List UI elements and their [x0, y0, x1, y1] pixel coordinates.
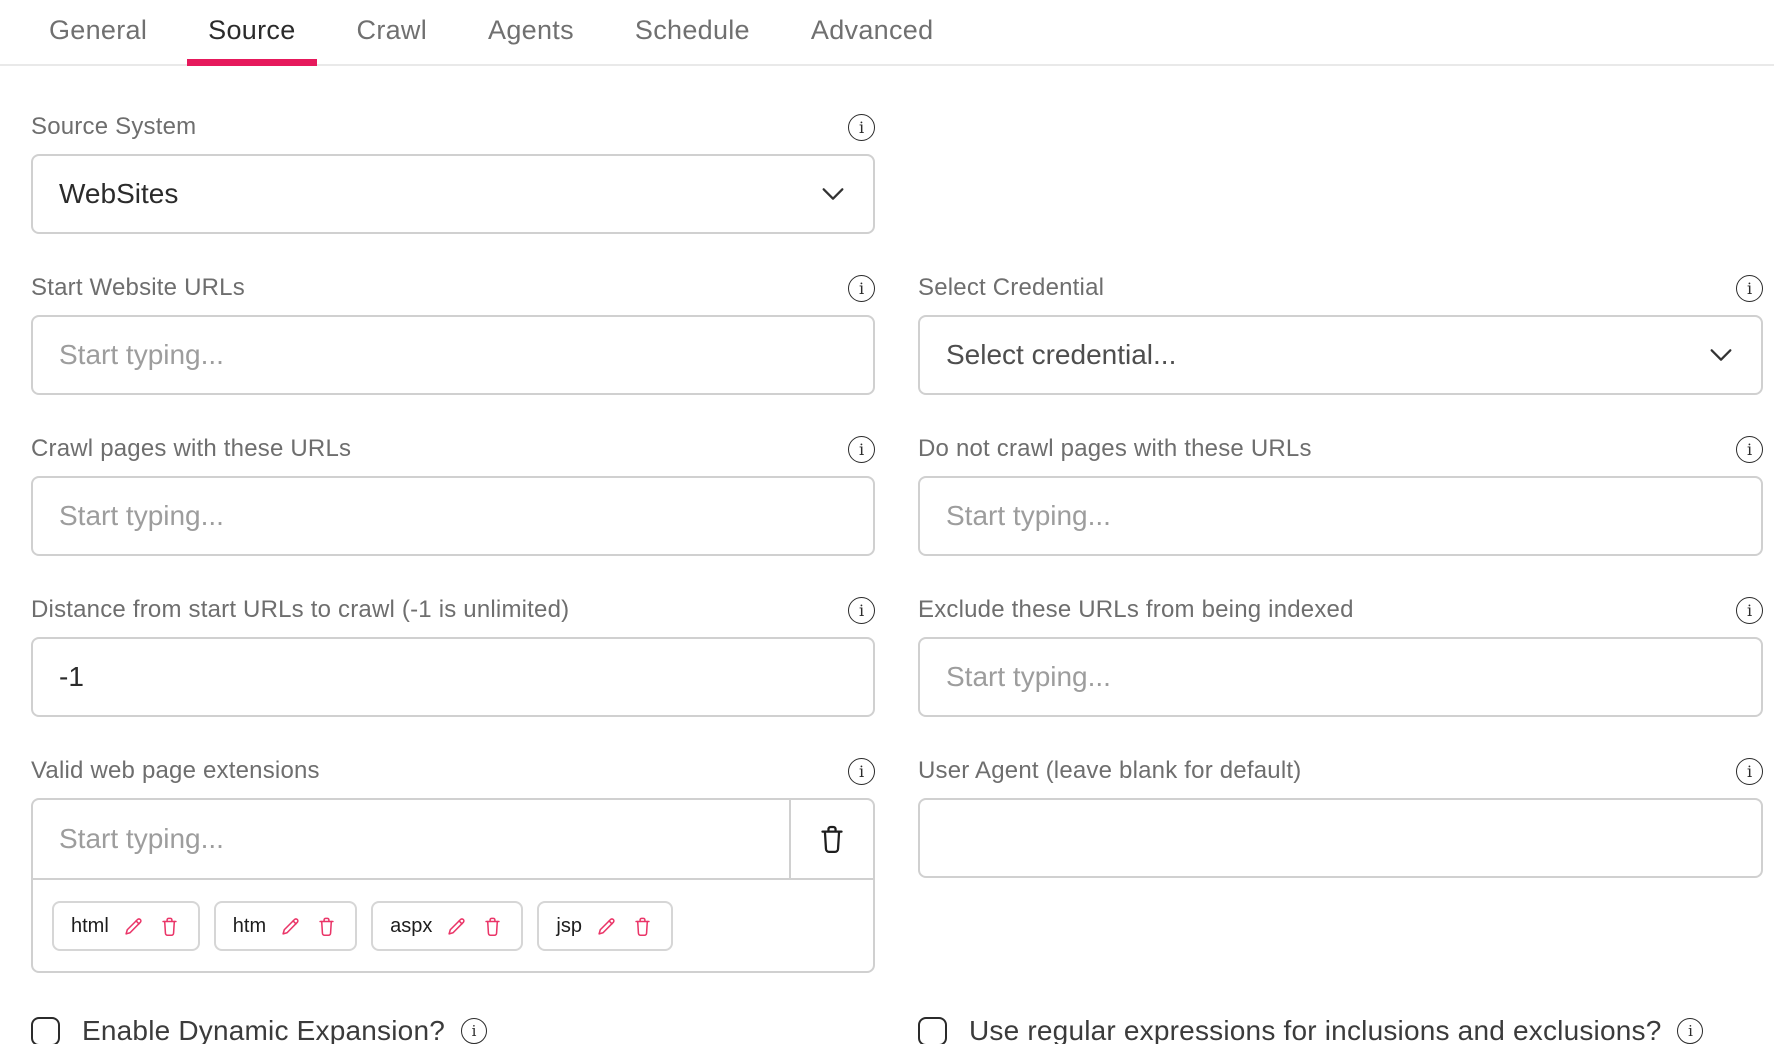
dynamic-expansion-checkbox[interactable] [31, 1017, 60, 1044]
field-no-crawl-urls: Do not crawl pages with these URLs i [918, 435, 1763, 556]
extension-tag: aspx [371, 901, 523, 951]
info-icon[interactable]: i [1677, 1018, 1703, 1044]
exclude-urls-label: Exclude these URLs from being indexed [918, 596, 1354, 624]
tab-general[interactable]: General [28, 15, 168, 64]
info-icon[interactable]: i [1736, 275, 1763, 302]
chevron-down-icon [817, 178, 849, 210]
trash-icon [158, 915, 181, 938]
chevron-down-icon [1705, 339, 1737, 371]
tab-source[interactable]: Source [187, 15, 316, 64]
info-icon[interactable]: i [848, 758, 875, 785]
source-settings-form: Source System i WebSites Start Website U… [0, 66, 1774, 1044]
field-start-urls: Start Website URLs i [31, 274, 875, 395]
regex-label: Use regular expressions for inclusions a… [969, 1015, 1661, 1044]
user-agent-label: User Agent (leave blank for default) [918, 757, 1301, 785]
exclude-urls-input[interactable] [946, 639, 1737, 715]
regex-row: Use regular expressions for inclusions a… [918, 1013, 1763, 1044]
tab-agents[interactable]: Agents [467, 15, 595, 64]
extensions-input[interactable] [59, 800, 763, 878]
extension-tag-label: aspx [390, 915, 432, 938]
extension-tag: jsp [537, 901, 673, 951]
source-system-value: WebSites [59, 178, 178, 210]
extension-tag-label: html [71, 915, 109, 938]
delete-extension-button[interactable] [631, 915, 654, 938]
pencil-icon [595, 915, 618, 938]
trash-icon [481, 915, 504, 938]
pencil-icon [445, 915, 468, 938]
info-icon[interactable]: i [1736, 436, 1763, 463]
start-urls-label: Start Website URLs [31, 274, 245, 302]
dynamic-expansion-label: Enable Dynamic Expansion? [82, 1015, 445, 1044]
field-user-agent: User Agent (leave blank for default) i [918, 757, 1763, 878]
regex-checkbox[interactable] [918, 1017, 947, 1044]
crawl-distance-label: Distance from start URLs to crawl (-1 is… [31, 596, 569, 624]
source-system-label: Source System [31, 113, 196, 141]
field-exclude-urls: Exclude these URLs from being indexed i [918, 596, 1763, 717]
trash-icon [631, 915, 654, 938]
extensions-editor: html htm [31, 798, 875, 973]
trash-icon [315, 915, 338, 938]
info-icon[interactable]: i [848, 114, 875, 141]
field-crawl-distance: Distance from start URLs to crawl (-1 is… [31, 596, 875, 717]
credential-value: Select credential... [946, 339, 1176, 371]
extensions-label: Valid web page extensions [31, 757, 320, 785]
credential-select[interactable]: Select credential... [918, 315, 1763, 395]
info-icon[interactable]: i [848, 436, 875, 463]
delete-extension-button[interactable] [481, 915, 504, 938]
clear-extensions-button[interactable] [789, 800, 873, 878]
start-urls-input[interactable] [59, 317, 849, 393]
edit-extension-button[interactable] [595, 915, 618, 938]
crawl-distance-input[interactable] [59, 639, 849, 715]
info-icon[interactable]: i [1736, 758, 1763, 785]
pencil-icon [122, 915, 145, 938]
settings-tab-bar: General Source Crawl Agents Schedule Adv… [0, 0, 1774, 66]
extension-tag-label: htm [233, 915, 266, 938]
edit-extension-button[interactable] [122, 915, 145, 938]
info-icon[interactable]: i [848, 597, 875, 624]
field-credential: Select Credential i Select credential... [918, 274, 1763, 395]
crawl-urls-input[interactable] [59, 478, 849, 554]
info-icon[interactable]: i [1736, 597, 1763, 624]
extensions-tag-list: html htm [33, 880, 873, 971]
extension-tag: htm [214, 901, 357, 951]
tab-crawl[interactable]: Crawl [336, 15, 449, 64]
pencil-icon [279, 915, 302, 938]
edit-extension-button[interactable] [279, 915, 302, 938]
tab-schedule[interactable]: Schedule [614, 15, 771, 64]
no-crawl-urls-label: Do not crawl pages with these URLs [918, 435, 1312, 463]
field-extensions: Valid web page extensions i html [31, 757, 875, 973]
user-agent-input[interactable] [946, 800, 1737, 876]
extension-tag-label: jsp [556, 915, 582, 938]
delete-extension-button[interactable] [315, 915, 338, 938]
info-icon[interactable]: i [848, 275, 875, 302]
tab-advanced[interactable]: Advanced [790, 15, 955, 64]
extension-tag: html [52, 901, 200, 951]
delete-extension-button[interactable] [158, 915, 181, 938]
credential-label: Select Credential [918, 274, 1104, 302]
no-crawl-urls-input[interactable] [946, 478, 1737, 554]
info-icon[interactable]: i [461, 1018, 487, 1044]
field-crawl-urls: Crawl pages with these URLs i [31, 435, 875, 556]
edit-extension-button[interactable] [445, 915, 468, 938]
dynamic-expansion-row: Enable Dynamic Expansion? i [31, 1013, 875, 1044]
trash-icon [815, 822, 849, 856]
crawl-urls-label: Crawl pages with these URLs [31, 435, 351, 463]
field-source-system: Source System i WebSites [31, 113, 875, 234]
source-system-select[interactable]: WebSites [31, 154, 875, 234]
